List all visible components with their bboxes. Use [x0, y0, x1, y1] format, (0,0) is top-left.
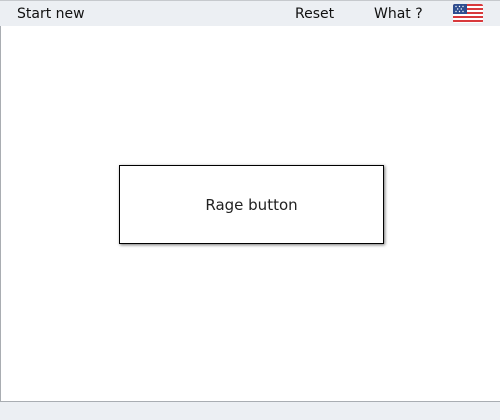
what-menu-item[interactable]: What ?: [374, 5, 423, 23]
menu-bar: Start new Reset What ?: [0, 0, 500, 26]
us-flag-icon[interactable]: [453, 4, 483, 23]
start-new-menu-item[interactable]: Start new: [17, 5, 85, 23]
reset-menu-item[interactable]: Reset: [295, 5, 334, 23]
app-window: Start new Reset What ? Rage button: [0, 0, 500, 420]
rage-button[interactable]: Rage button: [119, 165, 384, 244]
main-content-area: Rage button: [0, 26, 500, 402]
status-bar: [0, 402, 500, 420]
